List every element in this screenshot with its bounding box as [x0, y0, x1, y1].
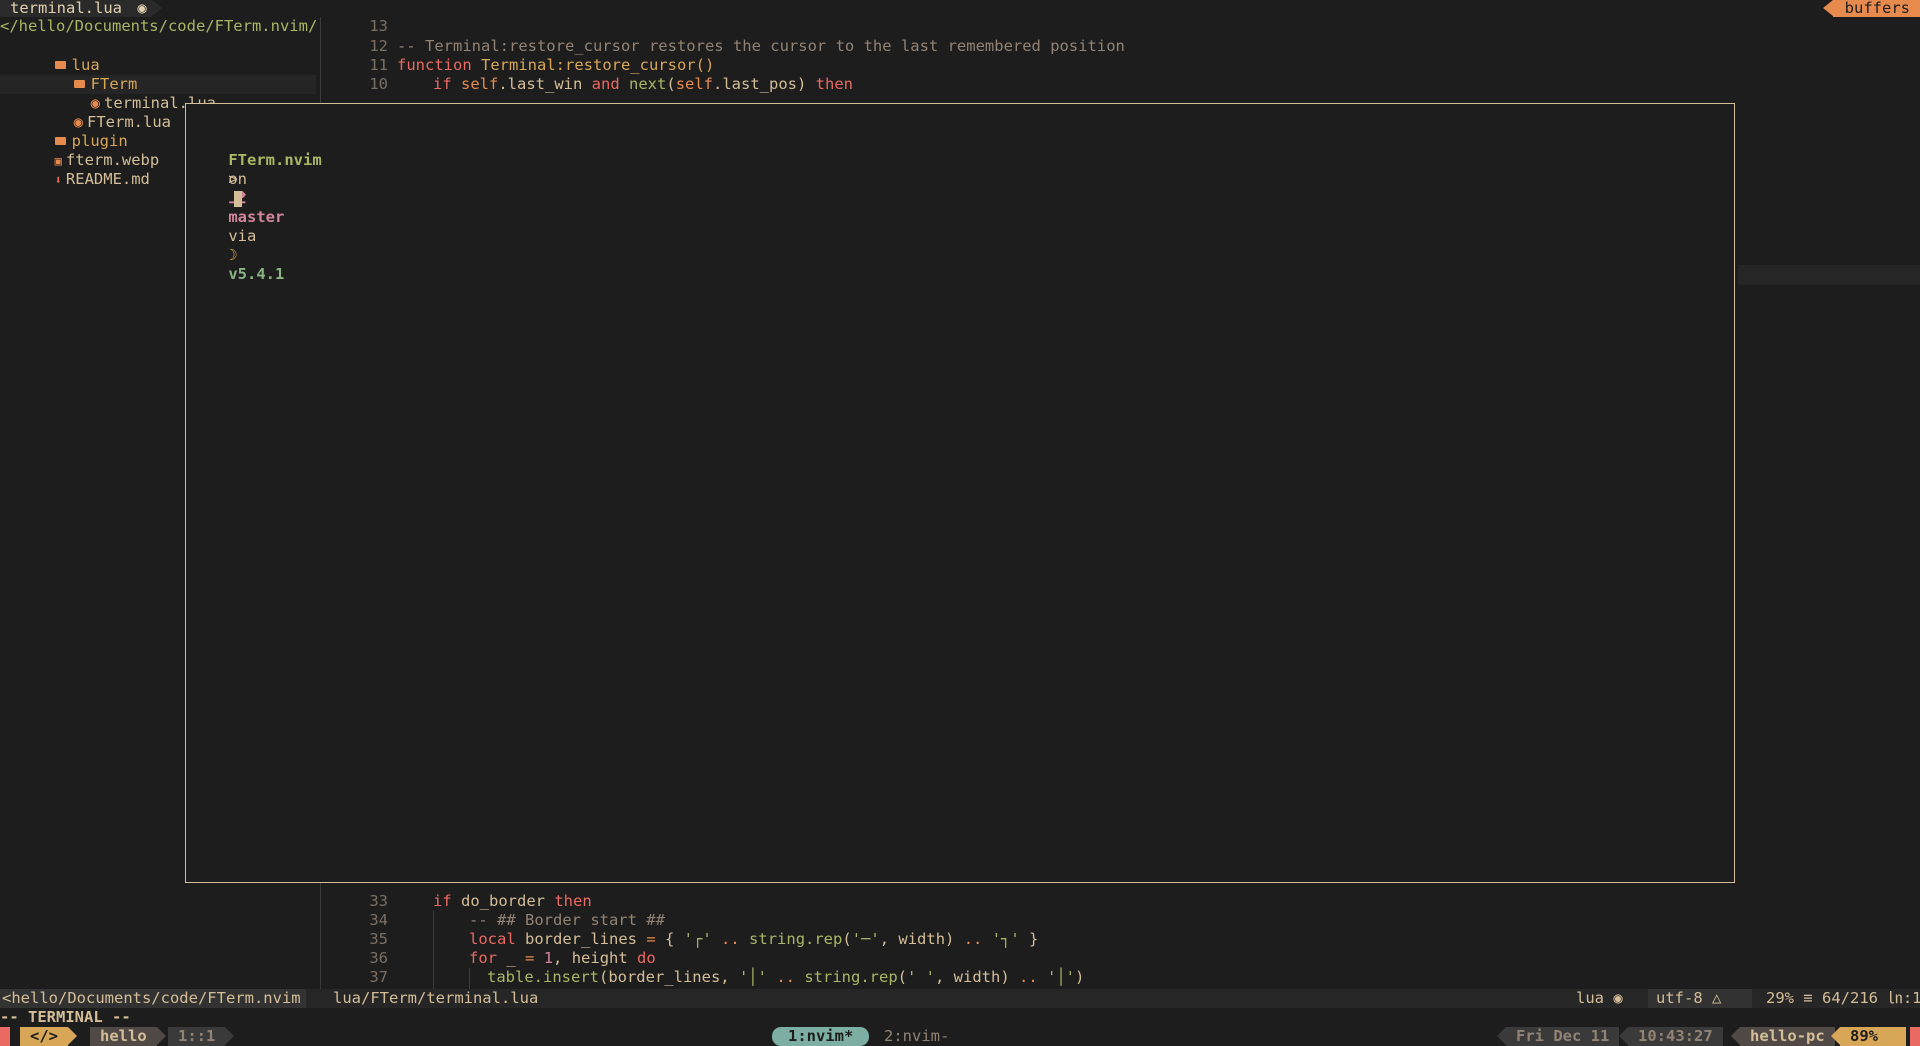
tree-statusline-path: <hello/Documents/code/FTerm.nvim — [0, 989, 306, 1008]
tree-item-readme[interactable]: ⬇ README.md — [36, 151, 150, 188]
line-number: 35 — [369, 930, 388, 948]
line-number: 36 — [369, 949, 388, 967]
tree-item-lua[interactable]: lua — [36, 37, 100, 74]
tmux-hostname: hello-pc — [1731, 1027, 1835, 1046]
line-number: 34 — [369, 911, 388, 929]
code-line[interactable]: if self.last_win and next(self.last_pos)… — [433, 75, 853, 94]
buffers-indicator[interactable]: buffers — [1822, 0, 1920, 17]
statusline-encoding: utf-8 △ — [1648, 989, 1752, 1008]
tree-item-fterm-lua[interactable]: ◉ FTerm.lua — [55, 94, 171, 131]
indent-guide — [433, 911, 434, 989]
lua-moon-icon: ☽ — [228, 246, 238, 264]
prompt-symbol: > — [228, 170, 238, 188]
tmux-window-active[interactable]: 1:nvim* — [772, 1027, 870, 1046]
statusline-file-path[interactable]: lua/FTerm/terminal.lua — [325, 989, 546, 1008]
shell-input-line[interactable]: > — [191, 151, 243, 207]
tree-root[interactable]: </hello/Documents/code/FTerm.nvim/ — [0, 17, 317, 36]
tmux-right-marker — [1910, 1027, 1920, 1046]
code-line[interactable]: local border_lines = { '┌' .. string.rep… — [469, 930, 1038, 949]
tmux-battery: 89% — [1831, 1027, 1906, 1046]
terminal-cursor — [234, 190, 243, 207]
shell-prompt-info: FTerm.nvim on ⎇ master via ☽ v5.4.1 — [228, 151, 322, 283]
line-number: 10 — [369, 75, 388, 93]
line-number: 11 — [369, 56, 388, 74]
code-line[interactable]: -- Terminal:restore_cursor restores the … — [397, 37, 1125, 56]
prompt-lua-version: v5.4.1 — [228, 265, 285, 283]
prompt-branch: master — [228, 208, 285, 226]
tmux-status-bar: </> hello 1::1 1:nvim* 2:nvim- Fri Dec 1… — [0, 1027, 1920, 1046]
tree-item-plugin[interactable]: plugin — [36, 113, 128, 150]
tmux-time: 10:43:27 — [1619, 1027, 1723, 1046]
statusline: <hello/Documents/code/FTerm.nvim lua/FTe… — [0, 989, 1920, 1008]
tmux-window-other[interactable]: 2:nvim- — [874, 1027, 959, 1046]
tab-label: terminal.lua — [10, 0, 122, 17]
line-number: 37 — [369, 968, 388, 986]
indent-guide — [469, 968, 470, 989]
line-number: 12 — [369, 37, 388, 55]
code-line[interactable]: table.insert(border_lines, '│' .. string… — [487, 968, 1084, 987]
markdown-file-icon: ⬇ — [54, 173, 62, 187]
line-number: 33 — [369, 892, 388, 910]
code-icon: </> — [20, 1027, 77, 1046]
statusline-position: 29% ≡ 64/216 ㏑:1 — [1766, 989, 1920, 1007]
code-line[interactable]: for _ = 1, height do — [469, 949, 656, 968]
linux-icon: △ — [1712, 989, 1722, 1007]
floating-terminal[interactable]: FTerm.nvim on ⎇ master via ☽ v5.4.1 > — [185, 103, 1735, 883]
mode-indicator: -- TERMINAL -- — [0, 1008, 131, 1026]
code-line[interactable]: if do_border then — [433, 892, 592, 911]
buffers-label: buffers — [1844, 0, 1910, 17]
tmux-session[interactable]: hello — [90, 1027, 166, 1046]
tree-item-terminal-lua[interactable]: ◉ terminal.lua — [72, 75, 216, 112]
tree-item-fterm-webp[interactable]: ▣ fterm.webp — [36, 132, 160, 169]
lua-icon: ◉ — [1613, 989, 1623, 1007]
tmux-left-marker — [0, 1027, 10, 1046]
tmux-date: Fri Dec 11 — [1496, 1027, 1620, 1046]
scrollbar-thumb[interactable] — [1738, 265, 1920, 285]
lua-icon: ◉ — [137, 0, 147, 17]
tab-terminal-lua[interactable]: terminal.lua ◉ — [0, 0, 162, 17]
code-line[interactable]: -- ## Border start ## — [469, 911, 665, 930]
tree-item-fterm-dir[interactable]: FTerm — [55, 56, 137, 93]
code-line[interactable]: function Terminal:restore_cursor() — [397, 56, 714, 75]
statusline-filetype: lua ◉ — [1576, 989, 1623, 1007]
line-number: 13 — [369, 17, 388, 35]
tmux-pane: 1::1 — [168, 1027, 235, 1046]
